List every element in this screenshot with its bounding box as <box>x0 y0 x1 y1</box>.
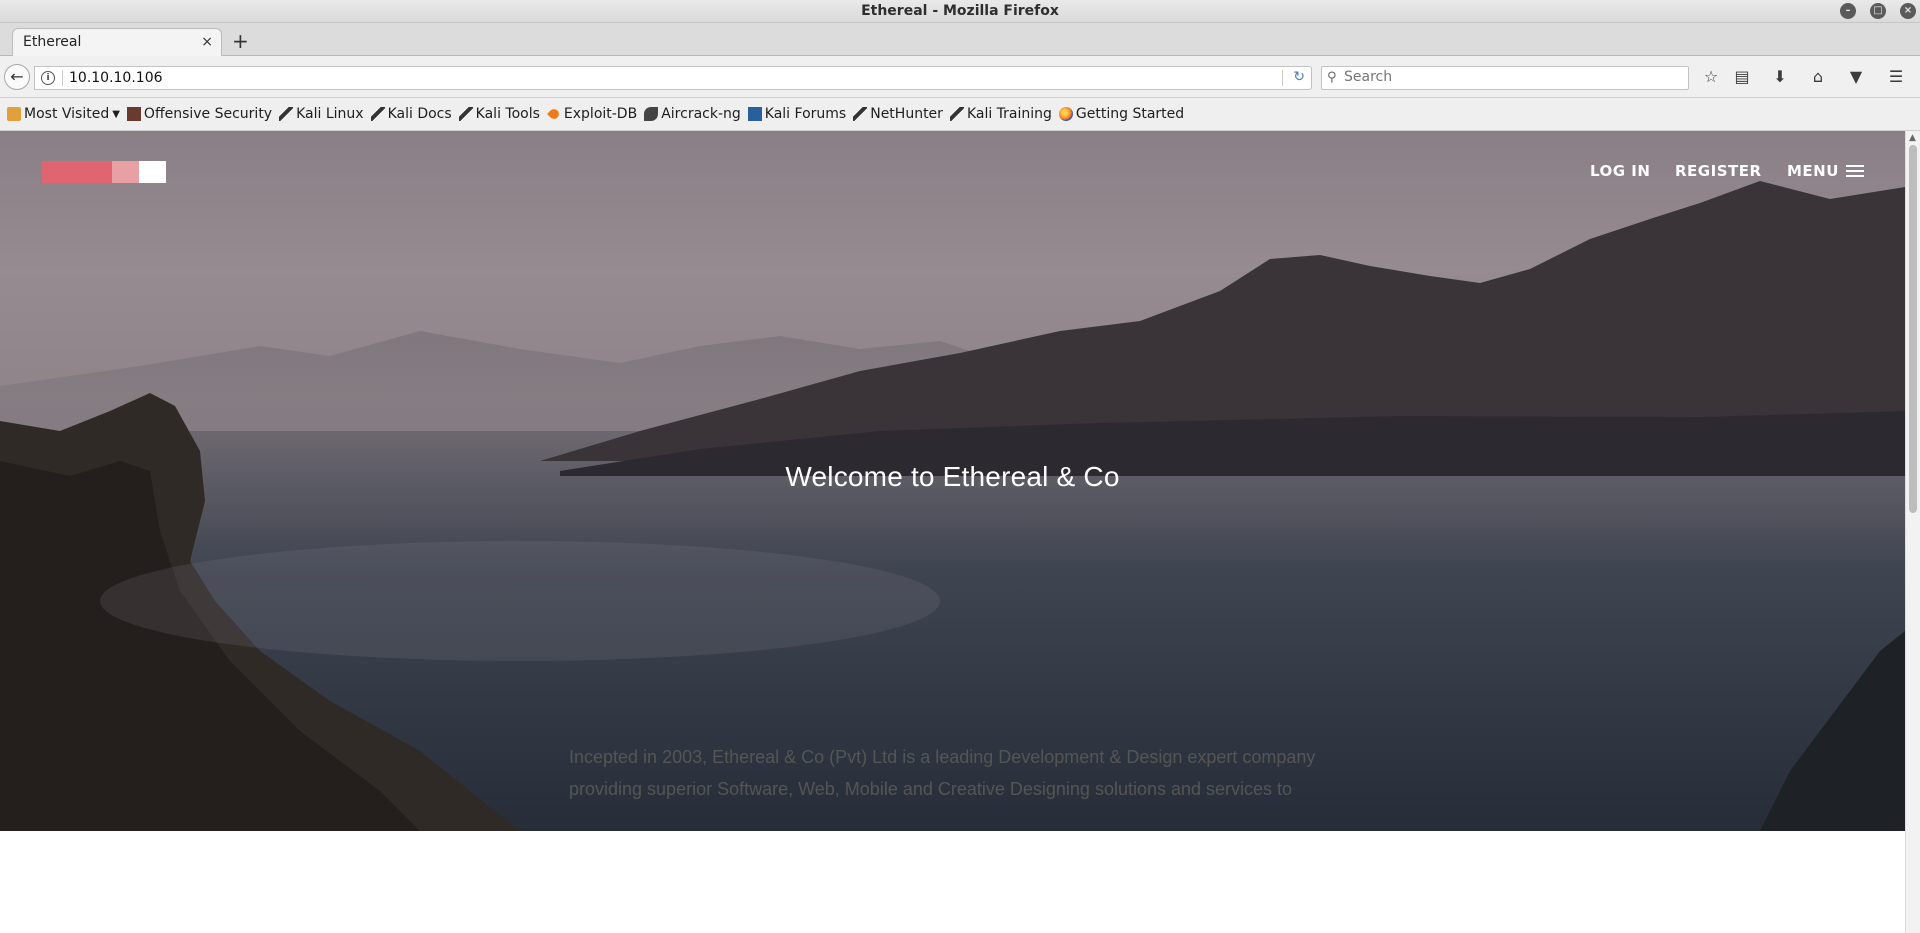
url-bar[interactable]: i 10.10.10.106 ↻ <box>34 66 1312 90</box>
url-separator <box>62 70 63 86</box>
new-tab-icon[interactable]: + <box>232 29 249 53</box>
tab-strip: Ethereal × + <box>0 23 1920 56</box>
page-viewport: LOG IN REGISTER MENU Welcome to Ethereal… <box>0 131 1905 933</box>
logo-block-primary <box>42 161 112 183</box>
tab-label: Ethereal <box>23 34 82 50</box>
exploit-db-icon <box>546 107 561 121</box>
bookmark-offensive-security[interactable]: Offensive Security <box>126 106 273 122</box>
bookmark-label: Most Visited <box>24 106 110 122</box>
menu-button[interactable]: MENU <box>1787 162 1864 180</box>
menu-label: MENU <box>1787 162 1839 180</box>
bookmark-getting-started[interactable]: Getting Started <box>1058 106 1185 122</box>
download-icon[interactable]: ⬇ <box>1769 66 1791 88</box>
tab-close-icon[interactable]: × <box>201 29 213 55</box>
minimize-icon[interactable]: – <box>1840 3 1856 19</box>
bookmark-label: Kali Tools <box>475 106 540 122</box>
intro-line-1: Incepted in 2003, Ethereal & Co (Pvt) Lt… <box>569 747 1316 767</box>
bookmark-star-icon[interactable]: ☆ <box>1700 66 1722 88</box>
intro-paragraph: Incepted in 2003, Ethereal & Co (Pvt) Lt… <box>569 741 1369 805</box>
bookmark-kali-linux[interactable]: Kali Linux <box>279 106 364 122</box>
bookmarks-toolbar: Most Visited ▼ Offensive Security Kali L… <box>0 98 1920 131</box>
hero-banner: LOG IN REGISTER MENU Welcome to Ethereal… <box>0 131 1905 831</box>
bookmark-nethunter[interactable]: NetHunter <box>853 106 943 122</box>
kali-forums-icon <box>747 107 762 121</box>
bookmark-exploit-db[interactable]: Exploit-DB <box>546 106 638 122</box>
scroll-thumb[interactable] <box>1909 145 1917 513</box>
kali-dragon-icon <box>370 107 385 121</box>
page-scrollbar[interactable]: ▲ <box>1905 131 1920 933</box>
bookmark-kali-training[interactable]: Kali Training <box>949 106 1052 122</box>
maximize-icon[interactable]: □ <box>1870 3 1886 19</box>
tab-ethereal[interactable]: Ethereal × <box>12 28 222 56</box>
search-bar[interactable]: ⚲ <box>1321 66 1689 90</box>
hamburger-menu-icon[interactable]: ☰ <box>1885 66 1907 88</box>
bookmark-label: Kali Linux <box>296 106 364 122</box>
register-link[interactable]: REGISTER <box>1675 162 1762 180</box>
bookmark-label: Kali Forums <box>764 106 847 122</box>
bookmark-label: NetHunter <box>870 106 943 122</box>
search-input[interactable] <box>1344 69 1674 85</box>
close-window-icon[interactable]: × <box>1900 3 1916 19</box>
bookmark-label: Aircrack-ng <box>661 106 741 122</box>
bookmark-label: Getting Started <box>1075 106 1185 122</box>
bookmark-kali-tools[interactable]: Kali Tools <box>458 106 540 122</box>
reload-separator <box>1282 70 1283 86</box>
logo-block-white <box>139 161 166 183</box>
reload-icon[interactable]: ↻ <box>1293 69 1305 85</box>
offsec-icon <box>126 107 141 121</box>
scroll-up-icon[interactable]: ▲ <box>1909 133 1916 143</box>
logo-block-secondary <box>112 161 139 183</box>
folder-icon <box>7 107 21 121</box>
kali-dragon-icon <box>949 107 964 121</box>
url-text[interactable]: 10.10.10.106 <box>69 70 163 86</box>
bookmark-kali-forums[interactable]: Kali Forums <box>747 106 847 122</box>
intro-line-2: providing superior Software, Web, Mobile… <box>569 779 1293 799</box>
pocket-icon[interactable]: ▼ <box>1845 66 1867 88</box>
bookmark-most-visited[interactable]: Most Visited ▼ <box>7 106 120 122</box>
navigation-toolbar: ← i 10.10.10.106 ↻ ⚲ ☆ ▤ ⬇ ⌂ ▼ ☰ <box>0 56 1920 98</box>
hero-title: Welcome to Ethereal & Co <box>785 461 1120 492</box>
chevron-down-icon: ▼ <box>112 108 120 120</box>
kali-dragon-icon <box>279 107 294 121</box>
aircrack-icon <box>644 107 659 121</box>
site-logo[interactable] <box>42 161 166 183</box>
bookmark-aircrack-ng[interactable]: Aircrack-ng <box>644 106 741 122</box>
bookmark-label: Kali Training <box>966 106 1052 122</box>
firefox-icon <box>1058 107 1073 121</box>
bookmark-kali-docs[interactable]: Kali Docs <box>370 106 452 122</box>
kali-dragon-icon <box>458 107 473 121</box>
bookmark-label: Kali Docs <box>387 106 452 122</box>
home-icon[interactable]: ⌂ <box>1807 66 1829 88</box>
site-info-icon[interactable]: i <box>41 71 55 85</box>
search-icon: ⚲ <box>1327 70 1337 85</box>
window-title: Ethereal - Mozilla Firefox <box>861 3 1059 19</box>
bookmark-label: Offensive Security <box>143 106 273 122</box>
back-arrow-icon[interactable]: ← <box>4 64 30 90</box>
login-link[interactable]: LOG IN <box>1590 162 1650 180</box>
window-controls: – □ × <box>1840 3 1916 19</box>
menu-icon <box>1845 162 1864 180</box>
bookmark-label: Exploit-DB <box>563 106 638 122</box>
window-titlebar: Ethereal - Mozilla Firefox – □ × <box>0 0 1920 23</box>
kali-dragon-icon <box>853 107 868 121</box>
reading-list-icon[interactable]: ▤ <box>1731 66 1753 88</box>
